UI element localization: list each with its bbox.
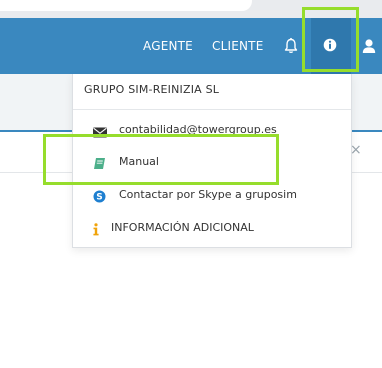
book-icon — [93, 155, 106, 174]
address-bar[interactable] — [0, 0, 252, 11]
info-icon — [92, 221, 100, 240]
info-dropdown-menu: GRUPO SIM-REINIZIA SL contabilidad@tower… — [72, 74, 352, 248]
dropdown-divider — [73, 109, 351, 110]
bell-icon[interactable] — [283, 37, 299, 55]
nav-agente-link[interactable]: AGENTE — [143, 39, 193, 53]
user-icon[interactable] — [362, 37, 376, 55]
menu-item-manual[interactable]: Manual — [73, 149, 351, 175]
info-icon — [323, 38, 337, 52]
dropdown-company-name: GRUPO SIM-REINIZIA SL — [84, 83, 220, 96]
envelope-icon — [93, 123, 107, 142]
menu-item-manual-label: Manual — [119, 155, 159, 168]
menu-item-additional-info-label: INFORMACIÓN ADICIONAL — [111, 221, 254, 234]
menu-item-email-label: contabilidad@towergroup.es — [119, 123, 277, 136]
skype-icon: S — [93, 188, 106, 207]
browser-strip — [0, 0, 382, 18]
menu-item-skype-label: Contactar por Skype a gruposim — [119, 188, 297, 201]
info-menu-button[interactable] — [311, 18, 351, 74]
menu-item-additional-info[interactable]: INFORMACIÓN ADICIONAL — [73, 215, 351, 241]
top-navbar: AGENTE CLIENTE — [0, 18, 382, 74]
menu-item-skype[interactable]: S Contactar por Skype a gruposim — [73, 182, 351, 208]
menu-item-email[interactable]: contabilidad@towergroup.es — [73, 117, 351, 143]
nav-cliente-link[interactable]: CLIENTE — [212, 39, 263, 53]
svg-text:S: S — [96, 193, 102, 203]
